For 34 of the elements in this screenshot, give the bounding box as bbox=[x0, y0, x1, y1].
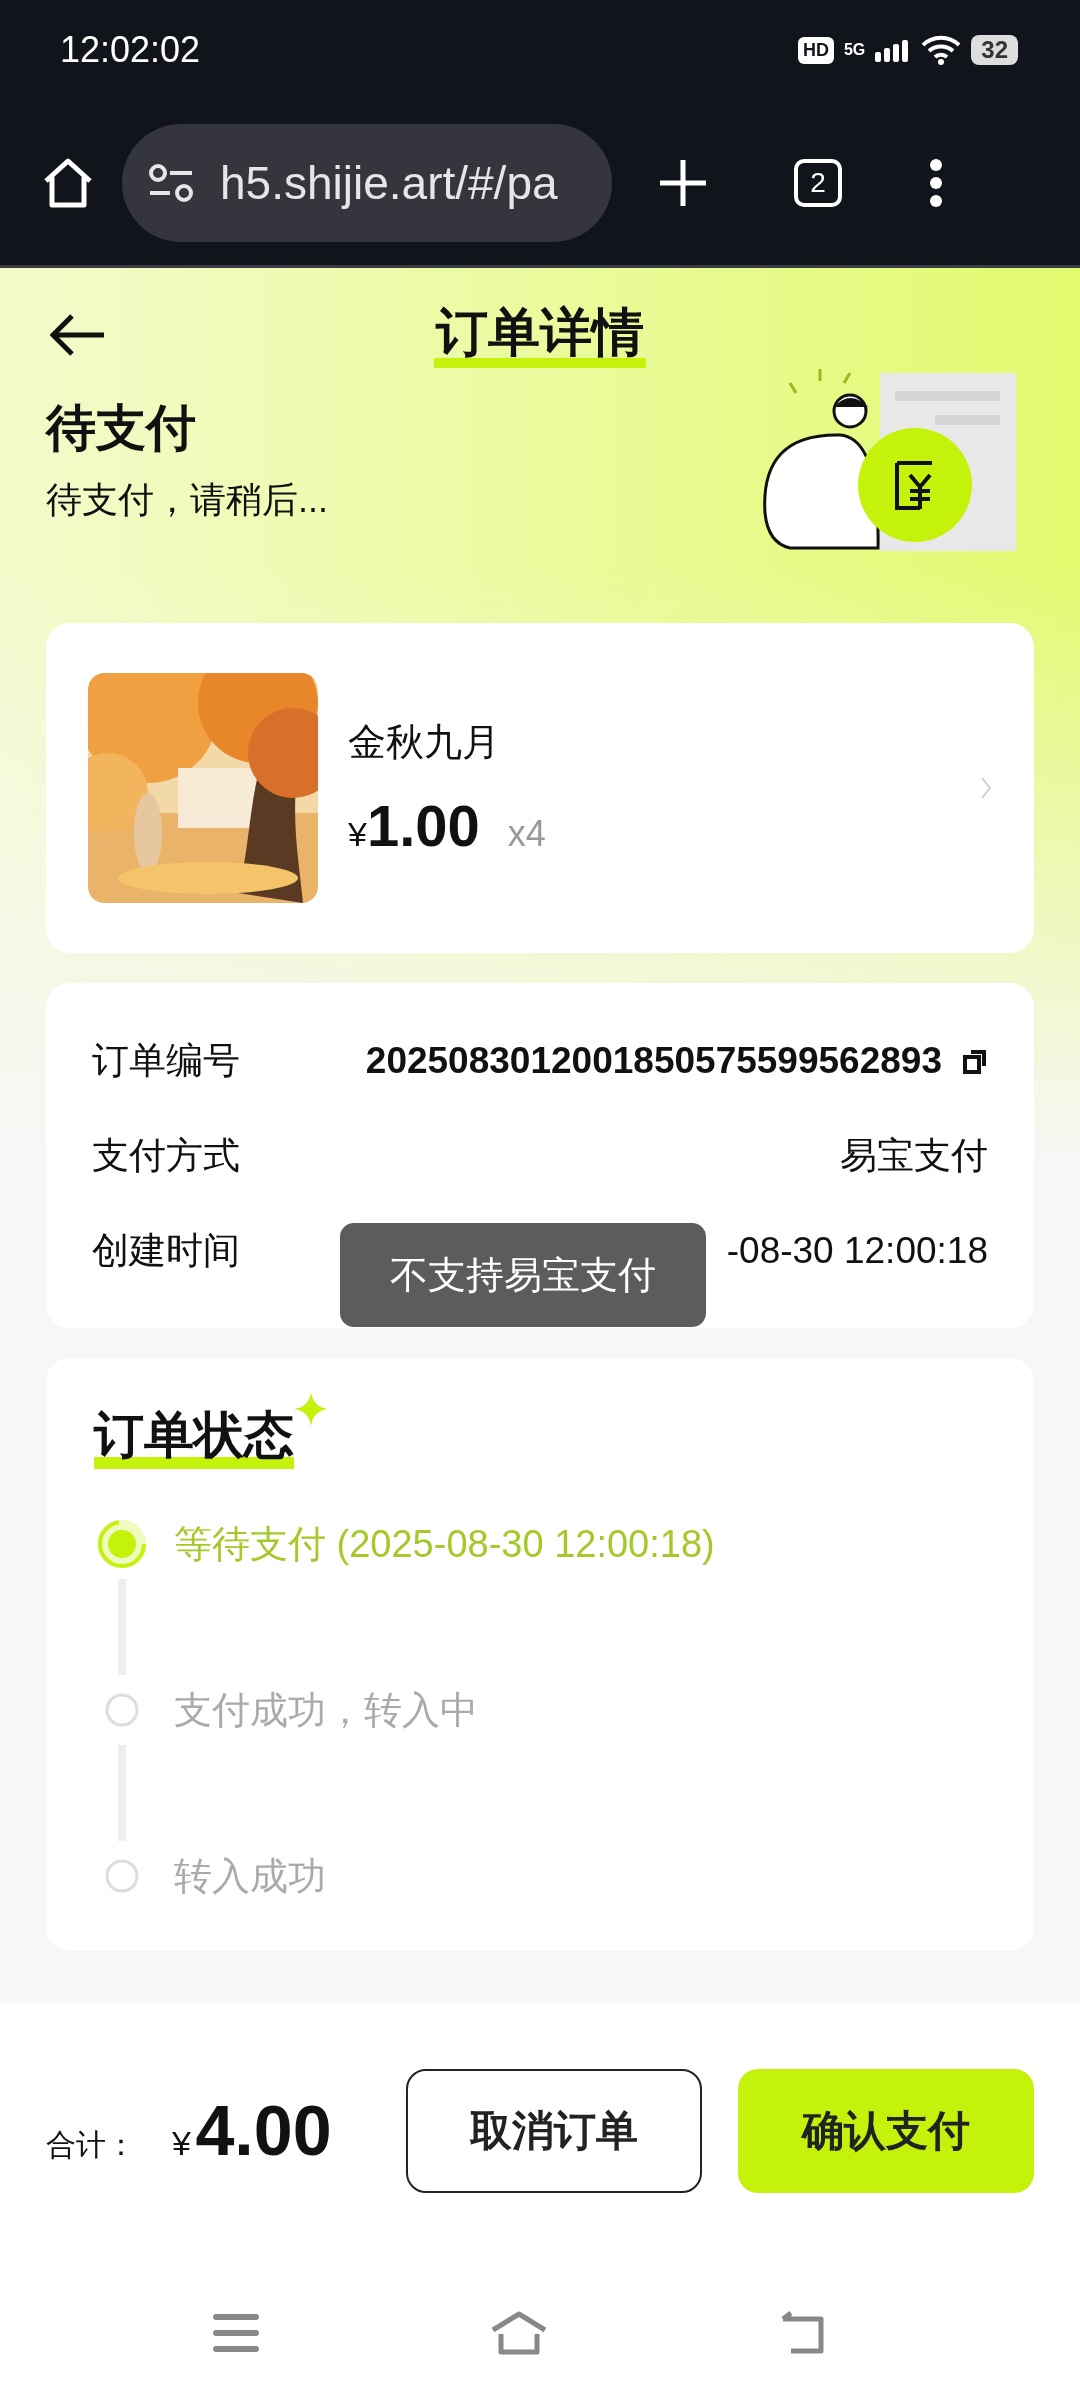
back-icon[interactable] bbox=[50, 313, 106, 357]
more-icon[interactable] bbox=[928, 157, 944, 208]
info-value: 易宝支付 bbox=[840, 1133, 988, 1178]
hd-badge: HD bbox=[797, 36, 834, 64]
total-label: 合计： bbox=[46, 2126, 136, 2163]
step-label: 支付成功，转入中 bbox=[174, 1687, 478, 1733]
sparkle-icon bbox=[294, 1392, 328, 1426]
status-subtitle: 待支付，请稍后... bbox=[46, 478, 328, 522]
product-quantity: x4 bbox=[507, 813, 546, 855]
total-amount: ¥4.00 bbox=[172, 2090, 332, 2171]
plus-icon[interactable] bbox=[658, 157, 708, 208]
wifi-icon bbox=[921, 35, 962, 65]
product-card[interactable]: 金秋九月 ¥1.00 x4 bbox=[46, 623, 1034, 953]
battery-level: 32 bbox=[971, 35, 1018, 65]
step-label: 转入成功 bbox=[174, 1853, 326, 1899]
info-label: 支付方式 bbox=[92, 1133, 240, 1178]
confirm-button[interactable]: 确认支付 bbox=[738, 2068, 1034, 2193]
network-type: 5G bbox=[843, 41, 866, 59]
chevron-right-icon bbox=[980, 776, 992, 800]
product-price: ¥1.00 bbox=[348, 792, 480, 859]
toast-message: 不支持易宝支付 bbox=[340, 1223, 706, 1327]
site-settings-icon[interactable] bbox=[148, 162, 194, 203]
info-label: 创建时间 bbox=[92, 1228, 240, 1273]
tab-count-button[interactable]: 2 bbox=[794, 158, 842, 207]
status-time: 12:02:02 bbox=[60, 29, 201, 71]
menu-icon[interactable] bbox=[213, 2313, 259, 2353]
cancel-button[interactable]: 取消订单 bbox=[406, 2068, 702, 2193]
product-name: 金秋九月 bbox=[348, 720, 501, 765]
info-value: -08-30 12:00:18 bbox=[726, 1229, 988, 1272]
order-number: 2025083012001850575599562893 bbox=[365, 1039, 942, 1082]
status-title: 待支付 bbox=[46, 399, 197, 458]
info-label: 订单编号 bbox=[92, 1038, 240, 1083]
address-bar[interactable]: h5.shijie.art/#/pa bbox=[122, 123, 612, 242]
step-label: 等待支付 (2025-08-30 12:00:18) bbox=[174, 1521, 715, 1567]
